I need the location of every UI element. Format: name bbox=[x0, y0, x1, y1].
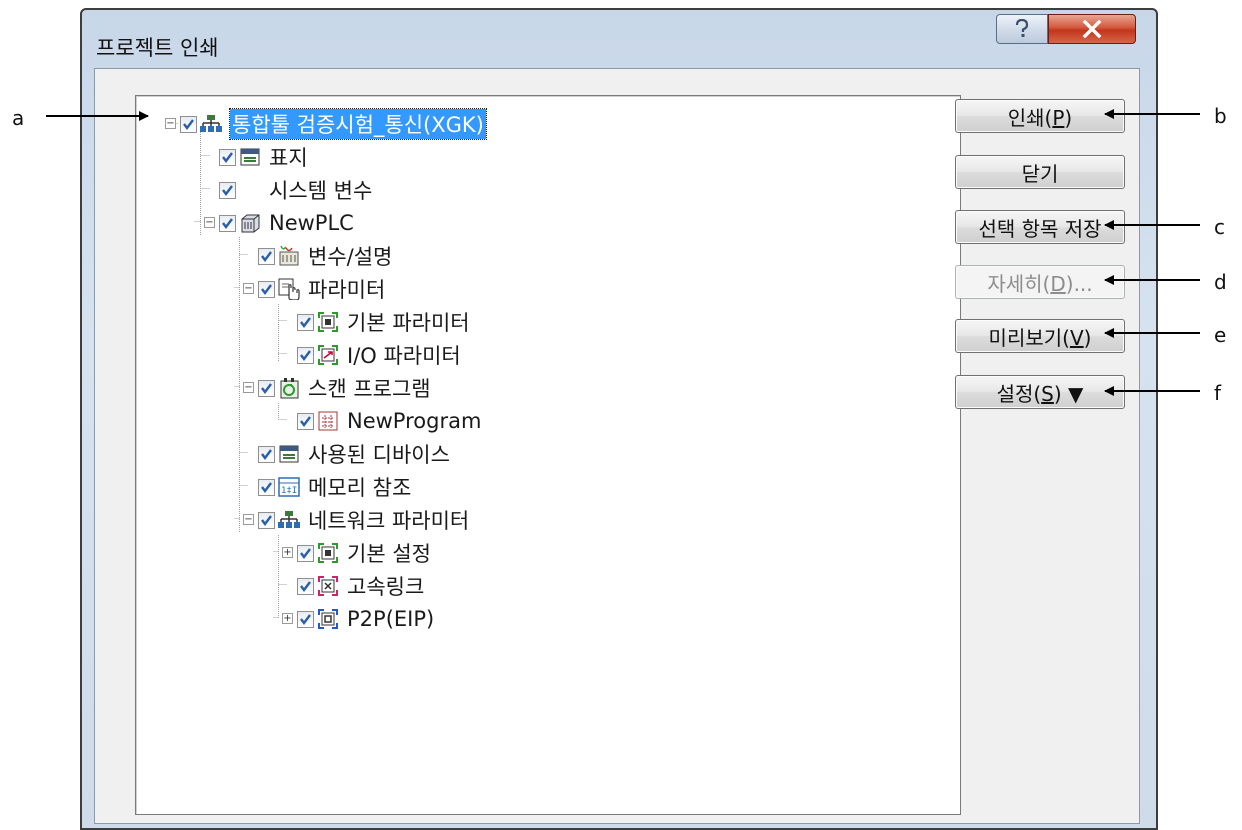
callout-d: d bbox=[1214, 270, 1227, 294]
tree-item-label: 표지 bbox=[269, 146, 308, 170]
cover-icon bbox=[239, 146, 261, 168]
save-selection-button[interactable]: 선택 항목 저장 bbox=[955, 210, 1125, 244]
tree-item-label: 네트워크 파라미터 bbox=[308, 509, 470, 533]
variable-icon bbox=[278, 245, 300, 267]
close-button[interactable]: 닫기 bbox=[955, 155, 1125, 189]
blank-icon bbox=[239, 179, 261, 201]
highspeed-link-icon bbox=[317, 575, 339, 597]
tree-item-checkbox[interactable] bbox=[258, 445, 275, 463]
tree-item-checkbox[interactable] bbox=[297, 544, 314, 562]
tree-item-label: 메모리 참조 bbox=[308, 476, 412, 500]
detail-button-label: 자세히(D)... bbox=[987, 271, 1093, 296]
tree-item[interactable]: 파라미터 bbox=[258, 273, 385, 305]
tree-item-checkbox[interactable] bbox=[219, 181, 236, 199]
tree-item-label: I/O 파라미터 bbox=[347, 344, 461, 368]
help-button[interactable] bbox=[996, 14, 1048, 44]
close-button-label: 닫기 bbox=[1021, 161, 1059, 186]
tree-item[interactable]: P2P(EIP) bbox=[297, 603, 434, 635]
tree-item[interactable]: 네트워크 파라미터 bbox=[258, 504, 469, 536]
network-param-icon bbox=[278, 509, 300, 531]
tree-item[interactable]: NewPLC bbox=[219, 207, 354, 239]
close-icon bbox=[1082, 20, 1102, 38]
tree-item-label: 시스템 변수 bbox=[269, 179, 373, 203]
dialog-title: 프로젝트 인쇄 bbox=[96, 36, 219, 60]
tree-item[interactable]: 사용된 디바이스 bbox=[258, 438, 450, 470]
tree-item[interactable]: 통합툴 검증시험_통신(XGK) bbox=[180, 108, 487, 140]
tree-item[interactable]: 1‡I 메모리 참조 bbox=[258, 471, 411, 503]
tree-item-label: P2P(EIP) bbox=[347, 607, 435, 631]
tree-item[interactable]: 고속링크 bbox=[297, 570, 424, 602]
callout-b: b bbox=[1214, 104, 1227, 128]
device-icon bbox=[278, 443, 300, 465]
program-icon bbox=[317, 410, 339, 432]
tree-item-label: 파라미터 bbox=[308, 278, 386, 302]
io-param-icon bbox=[317, 344, 339, 366]
tree-collapse-toggle[interactable]: − bbox=[243, 514, 254, 525]
print-button[interactable]: 인쇄(P) bbox=[955, 99, 1125, 133]
tree-item[interactable]: 기본 파라미터 bbox=[297, 306, 470, 338]
tree-expand-toggle[interactable]: + bbox=[282, 613, 293, 624]
tree-collapse-toggle[interactable]: − bbox=[243, 382, 254, 393]
network-icon bbox=[200, 113, 222, 135]
callout-a: a bbox=[12, 106, 25, 130]
tree-item-checkbox[interactable] bbox=[297, 313, 314, 331]
tree-item-checkbox[interactable] bbox=[258, 478, 275, 496]
project-tree[interactable]: − 통합툴 검증시험_통신(XGK) 표지시스템 변수 − NewPLC 변수/설명 − 파라… bbox=[135, 95, 961, 815]
dialog-client-area: − 통합툴 검증시험_통신(XGK) 표지시스템 변수 − NewPLC 변수/설명 − 파라… bbox=[94, 68, 1140, 824]
tree-item-checkbox[interactable] bbox=[180, 115, 197, 133]
basic-param-icon bbox=[317, 311, 339, 333]
help-icon bbox=[1015, 19, 1029, 37]
tree-item[interactable]: I/O 파라미터 bbox=[297, 339, 461, 371]
tree-item-label: 기본 파라미터 bbox=[347, 311, 470, 335]
tree-collapse-toggle[interactable]: − bbox=[204, 217, 215, 228]
tree-item[interactable]: NewProgram bbox=[297, 405, 481, 437]
tree-item-label: 고속링크 bbox=[347, 575, 425, 599]
tree-item-checkbox[interactable] bbox=[297, 577, 314, 595]
preview-button-label: 미리보기(V) bbox=[988, 325, 1092, 350]
tree-item-checkbox[interactable] bbox=[258, 247, 275, 265]
tree-item-label: 스캔 프로그램 bbox=[308, 377, 431, 401]
tree-item-label: NewProgram bbox=[347, 409, 482, 433]
tree-item-checkbox[interactable] bbox=[219, 214, 236, 232]
tree-collapse-toggle[interactable]: − bbox=[165, 118, 176, 129]
print-button-label: 인쇄(P) bbox=[1007, 105, 1073, 130]
callout-f: f bbox=[1214, 381, 1222, 405]
callout-c: c bbox=[1214, 215, 1225, 239]
tree-item-checkbox[interactable] bbox=[219, 148, 236, 166]
project-print-dialog: 프로젝트 인쇄 − 통합툴 검증시험_통신(XGK) 표지 시스템 변수 − N… bbox=[80, 8, 1158, 830]
tree-item[interactable]: 스캔 프로그램 bbox=[258, 372, 431, 404]
tree-item-label: 사용된 디바이스 bbox=[308, 443, 450, 467]
settings-button[interactable]: 설정(S) ▼ bbox=[955, 375, 1125, 409]
save-selection-button-label: 선택 항목 저장 bbox=[978, 216, 1102, 241]
p2p-icon bbox=[317, 608, 339, 630]
tree-item-checkbox[interactable] bbox=[297, 412, 314, 430]
tree-collapse-toggle[interactable]: − bbox=[243, 283, 254, 294]
tree-item-label: 통합툴 검증시험_통신(XGK) bbox=[229, 108, 487, 140]
tree-item-checkbox[interactable] bbox=[297, 346, 314, 364]
svg-text:1‡I: 1‡I bbox=[281, 486, 297, 496]
tree-item-label: 기본 설정 bbox=[347, 542, 431, 566]
detail-button[interactable]: 자세히(D)... bbox=[955, 265, 1125, 299]
parameter-icon bbox=[278, 278, 300, 300]
tree-item[interactable]: 표지 bbox=[219, 141, 308, 173]
plc-icon bbox=[239, 212, 261, 234]
basic-setting-icon bbox=[317, 542, 339, 564]
tree-item-checkbox[interactable] bbox=[258, 511, 275, 529]
tree-item[interactable]: 시스템 변수 bbox=[219, 174, 372, 206]
tree-item-label: 변수/설명 bbox=[308, 245, 393, 269]
callout-e: e bbox=[1214, 323, 1227, 347]
tree-item-checkbox[interactable] bbox=[258, 379, 275, 397]
scan-program-icon bbox=[278, 377, 300, 399]
close-window-button[interactable] bbox=[1048, 14, 1136, 44]
memory-icon: 1‡I bbox=[278, 476, 300, 498]
tree-item-checkbox[interactable] bbox=[258, 280, 275, 298]
tree-item[interactable]: 변수/설명 bbox=[258, 240, 392, 272]
settings-button-label: 설정(S) ▼ bbox=[996, 381, 1084, 406]
tree-item[interactable]: 기본 설정 bbox=[297, 537, 431, 569]
tree-expand-toggle[interactable]: + bbox=[282, 547, 293, 558]
tree-item-checkbox[interactable] bbox=[297, 610, 314, 628]
preview-button[interactable]: 미리보기(V) bbox=[955, 319, 1125, 353]
tree-item-label: NewPLC bbox=[269, 211, 354, 235]
